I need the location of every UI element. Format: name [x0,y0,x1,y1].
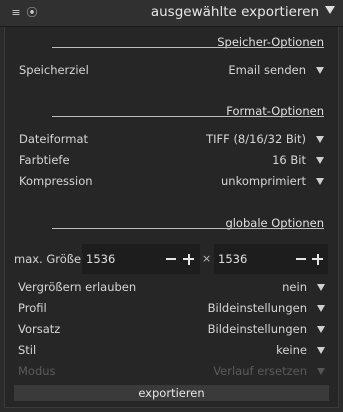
dropdown-arrow-icon [317,326,325,333]
style-value: keine [276,343,307,357]
file-format-value: TIFF (8/16/32 Bit) [206,132,306,146]
dropdown-arrow-icon [316,178,324,185]
export-module: ≡ ⦿ ausgewählte exportieren Speicher-Opt… [0,0,343,412]
dropdown-arrow-icon [316,157,324,164]
section-divider [52,47,324,48]
storage-target-value: Email senden [228,63,306,77]
dropdown-arrow-icon [316,67,324,74]
intent-value: Bildeinstellungen [207,322,307,336]
menu-icon[interactable]: ≡ [9,6,23,20]
times-icon: × [202,252,212,265]
style-label: Stil [18,343,37,357]
width-input[interactable]: 1536 [82,244,160,274]
export-button[interactable]: exportieren [14,385,329,401]
height-stepper [292,244,328,274]
file-format-label: Dateiformat [19,132,89,146]
width-stepper [160,244,200,274]
profile-label: Profil [18,301,47,315]
height-input[interactable]: 1536 [214,244,292,274]
height-value: 1536 [218,252,248,266]
section-divider [52,116,324,117]
collapse-icon[interactable] [325,6,335,14]
file-format-dropdown[interactable]: Dateiformat TIFF (8/16/32 Bit) [19,130,324,148]
intent-label: Vorsatz [18,322,61,336]
width-value: 1536 [86,252,116,266]
module-title: ausgewählte exportieren [150,4,319,20]
bit-depth-label: Farbtiefe [19,153,70,167]
upscale-dropdown[interactable]: Vergrößern erlauben nein [18,278,325,296]
style-dropdown[interactable]: Stil keine [18,341,325,359]
module-header[interactable]: ≡ ⦿ ausgewählte exportieren [0,0,343,27]
minus-icon[interactable] [296,258,306,260]
reset-icon[interactable]: ⦿ [25,6,39,20]
dropdown-arrow-icon [317,284,325,291]
mode-value: Verlauf ersetzen [213,364,307,378]
compression-dropdown[interactable]: Kompression unkomprimiert [19,172,324,190]
plus-icon-vertical [316,253,319,265]
mode-label: Modus [18,364,56,378]
upscale-value: nein [282,280,307,294]
max-size-label: max. Größe [14,252,82,266]
mode-dropdown: Modus Verlauf ersetzen [18,362,325,380]
profile-value: Bildeinstellungen [207,301,307,315]
max-size-row: max. Größe 1536 × 1536 [8,244,328,274]
plus-icon-vertical [187,253,190,265]
minus-icon[interactable] [166,258,176,260]
compression-value: unkomprimiert [221,174,306,188]
dropdown-arrow-icon [317,347,325,354]
storage-target-dropdown[interactable]: Speicherziel Email senden [19,61,324,79]
compression-label: Kompression [19,174,93,188]
profile-dropdown[interactable]: Profil Bildeinstellungen [18,299,325,317]
storage-target-label: Speicherziel [19,63,89,77]
dropdown-arrow-icon [316,136,324,143]
bit-depth-value: 16 Bit [272,153,306,167]
dropdown-arrow-icon [317,305,325,312]
dropdown-arrow-icon [317,368,325,375]
intent-dropdown[interactable]: Vorsatz Bildeinstellungen [18,320,325,338]
section-divider [52,228,324,229]
upscale-label: Vergrößern erlauben [18,280,137,294]
bit-depth-dropdown[interactable]: Farbtiefe 16 Bit [19,151,324,169]
